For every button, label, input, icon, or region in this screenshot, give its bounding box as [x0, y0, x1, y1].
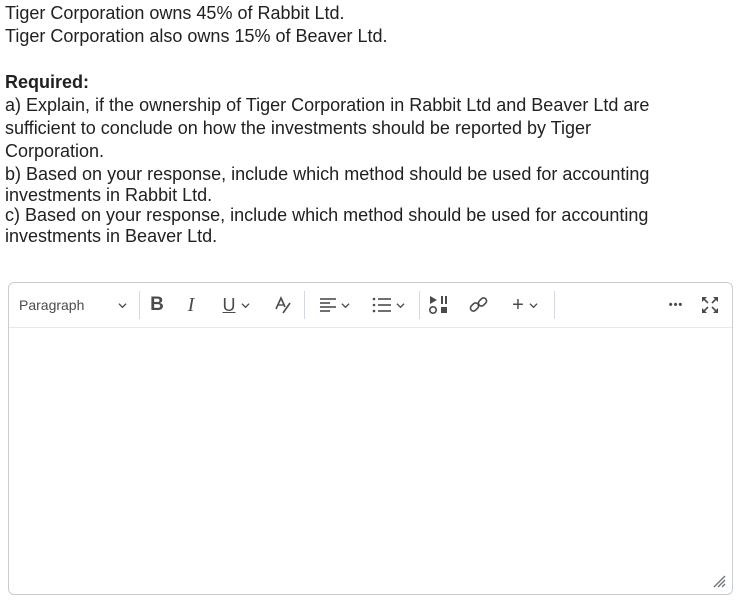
insert-menu-button[interactable]: + [503, 291, 547, 319]
insert-link-button[interactable] [464, 291, 494, 319]
paragraph-format-select[interactable]: Paragraph [19, 291, 127, 319]
editor-content-area[interactable] [9, 328, 732, 594]
part-b-line: investments in Rabbit Ltd. [5, 185, 213, 205]
align-left-icon [320, 298, 336, 312]
underline-button[interactable]: U [212, 291, 260, 319]
plus-icon: + [512, 293, 524, 316]
fullscreen-button[interactable] [697, 291, 723, 319]
media-icon [428, 296, 447, 315]
toolbar-divider [554, 291, 555, 319]
chevron-down-icon [341, 302, 350, 308]
text-color-icon [275, 296, 291, 314]
toolbar-divider [139, 291, 140, 319]
paragraph-label: Paragraph [19, 297, 85, 313]
toolbar-divider [419, 291, 420, 319]
statement-line: Tiger Corporation also owns 15% of Beave… [5, 26, 388, 46]
underline-label: U [222, 294, 236, 315]
part-b-line: b) Based on your response, include which… [5, 164, 650, 184]
chevron-down-icon [118, 302, 127, 308]
chevron-down-icon [396, 302, 405, 308]
part-a-line: a) Explain, if the ownership of Tiger Co… [5, 95, 650, 115]
italic-button[interactable]: I [177, 291, 205, 319]
list-icon [372, 297, 391, 313]
part-c-line: investments in Beaver Ltd. [5, 226, 218, 246]
question-text: Tiger Corporation owns 45% of Rabbit Ltd… [5, 2, 745, 245]
statement-line: Tiger Corporation owns 45% of Rabbit Ltd… [5, 3, 345, 23]
expand-icon [702, 297, 718, 313]
chevron-down-icon [529, 302, 538, 308]
text-color-button[interactable] [267, 291, 299, 319]
rich-text-editor: Paragraph B I U + ••• [8, 282, 733, 595]
resize-handle-icon[interactable] [712, 574, 726, 588]
link-icon [469, 297, 488, 312]
chevron-down-icon [240, 302, 250, 308]
editor-toolbar: Paragraph B I U + ••• [9, 283, 732, 328]
part-c-line: c) Based on your response, include which… [5, 205, 649, 225]
align-button[interactable] [310, 291, 358, 319]
part-a-line: sufficient to conclude on how the invest… [5, 118, 592, 138]
insert-media-button[interactable] [424, 291, 454, 319]
bold-button[interactable]: B [143, 291, 171, 319]
required-heading: Required: [5, 72, 90, 92]
list-button[interactable] [364, 291, 412, 319]
toolbar-divider [304, 291, 305, 319]
more-actions-button[interactable]: ••• [663, 291, 689, 319]
part-a-line: Corporation. [5, 141, 105, 161]
